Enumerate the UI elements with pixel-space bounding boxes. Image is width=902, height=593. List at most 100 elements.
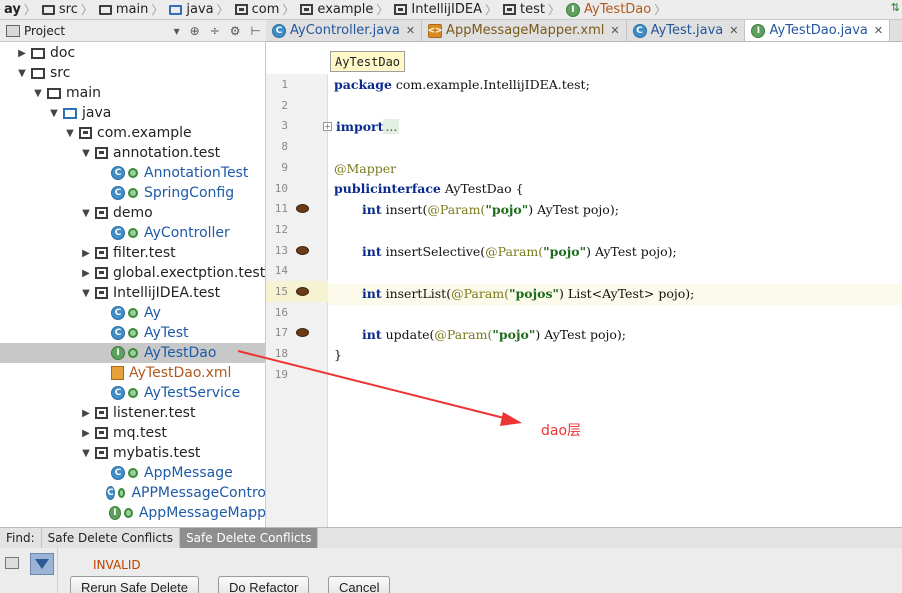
mybatis-bean-icon[interactable] bbox=[296, 328, 309, 338]
tree-item[interactable]: ▶ global.exectption.test bbox=[0, 263, 265, 283]
gutter-line[interactable]: 8 bbox=[266, 136, 328, 157]
tree-item[interactable]: ▼ src bbox=[0, 63, 265, 83]
do-refactor-button[interactable]: Do Refactor bbox=[218, 576, 310, 593]
project-panel-title[interactable]: Project bbox=[24, 24, 169, 38]
expand-right-icon[interactable]: ▶ bbox=[16, 48, 28, 59]
mybatis-bean-icon[interactable] bbox=[296, 287, 309, 296]
tab-aytest[interactable]: C AyTest.java ✕ bbox=[627, 20, 746, 41]
editor-gutter[interactable]: 1 2 3 8 9 10 11 12 13 14 15 16 17 18 19 bbox=[266, 74, 328, 527]
gutter-line[interactable]: 19 bbox=[266, 364, 328, 385]
expand-down-icon[interactable]: ▼ bbox=[16, 68, 28, 79]
breadcrumb-intellijidea[interactable]: IntellijIDEA bbox=[392, 0, 484, 19]
expand-right-icon[interactable]: ▶ bbox=[80, 408, 92, 419]
class-icon: C bbox=[111, 166, 125, 180]
tree-item[interactable]: C AyController bbox=[0, 223, 265, 243]
breadcrumb-project[interactable]: ay bbox=[0, 0, 23, 19]
tree-item[interactable]: ▶ filter.test bbox=[0, 243, 265, 263]
tree-item[interactable]: ▼ mybatis.test bbox=[0, 443, 265, 463]
hide-icon[interactable]: ⊢ bbox=[246, 24, 266, 38]
expand-down-icon[interactable]: ▼ bbox=[80, 288, 92, 299]
gutter-line[interactable]: 14 bbox=[266, 260, 328, 281]
tree-item[interactable]: ▼ java bbox=[0, 103, 265, 123]
tree-item[interactable]: AyTestDao.xml bbox=[0, 363, 265, 383]
fold-expand-icon[interactable]: + bbox=[323, 122, 332, 131]
close-icon[interactable]: ✕ bbox=[729, 24, 738, 37]
folder-icon bbox=[31, 47, 45, 59]
expand-right-icon[interactable]: ▶ bbox=[80, 428, 92, 439]
preview-icon[interactable] bbox=[5, 557, 19, 569]
expand-down-icon[interactable]: ▼ bbox=[80, 208, 92, 219]
tree-item[interactable]: C AyTest bbox=[0, 323, 265, 343]
tree-item[interactable]: C AppMessage bbox=[0, 463, 265, 483]
gutter-line[interactable]: 3 bbox=[266, 115, 328, 136]
tree-item[interactable]: ▼ annotation.test bbox=[0, 143, 265, 163]
tab-safe-delete-conflicts-2[interactable]: Safe Delete Conflicts bbox=[180, 527, 319, 549]
close-icon[interactable]: ✕ bbox=[406, 24, 415, 37]
tree-item[interactable]: ▶ listener.test bbox=[0, 403, 265, 423]
tree-item[interactable]: C AyTestService bbox=[0, 383, 265, 403]
tree-item[interactable]: I AppMessageMapp bbox=[0, 503, 265, 523]
expand-down-icon[interactable]: ▼ bbox=[64, 128, 76, 139]
tree-item[interactable]: ▶ doc bbox=[0, 43, 265, 63]
tab-label: AyController.java bbox=[290, 23, 400, 38]
sort-icon[interactable]: ⇅ bbox=[891, 1, 900, 14]
tab-aycontroller[interactable]: C AyController.java ✕ bbox=[266, 20, 423, 41]
filter-icon[interactable] bbox=[30, 553, 54, 575]
gutter-line[interactable]: 13 bbox=[266, 240, 328, 261]
cancel-button[interactable]: Cancel bbox=[328, 576, 391, 593]
class-icon: C bbox=[111, 226, 125, 240]
source-folder-icon bbox=[63, 107, 77, 119]
gutter-line[interactable]: 15 bbox=[266, 281, 328, 302]
expand-down-icon[interactable]: ▼ bbox=[80, 448, 92, 459]
rerun-safe-delete-button[interactable]: Rerun Safe Delete bbox=[70, 576, 199, 593]
tree-item[interactable]: ▶ mq.test bbox=[0, 423, 265, 443]
expand-right-icon[interactable]: ▶ bbox=[80, 268, 92, 279]
breadcrumb-src[interactable]: src bbox=[40, 0, 80, 19]
tab-aytestdao[interactable]: I AyTestDao.java ✕ bbox=[745, 20, 891, 41]
gutter-line[interactable]: 1 bbox=[266, 74, 328, 95]
gutter-line[interactable]: 17 bbox=[266, 322, 328, 343]
gutter-line[interactable]: 12 bbox=[266, 219, 328, 240]
tree-item[interactable]: I AyTestDao bbox=[0, 343, 265, 363]
close-icon[interactable]: ✕ bbox=[610, 24, 619, 37]
gutter-line[interactable]: 11 bbox=[266, 198, 328, 219]
tree-item[interactable]: C SpringConfig bbox=[0, 183, 265, 203]
breadcrumb-example[interactable]: example bbox=[298, 0, 375, 19]
tab-appmessagemapper[interactable]: <> AppMessageMapper.xml ✕ bbox=[422, 20, 627, 41]
class-icon: C bbox=[111, 186, 125, 200]
breadcrumb-java[interactable]: java bbox=[167, 0, 215, 19]
tree-label: listener.test bbox=[113, 405, 196, 421]
expand-down-icon[interactable]: ▼ bbox=[32, 88, 44, 99]
gutter-line[interactable]: 10 bbox=[266, 178, 328, 199]
gutter-line[interactable]: 9 bbox=[266, 157, 328, 178]
gutter-line[interactable]: 18 bbox=[266, 343, 328, 364]
tree-item[interactable]: C Ay bbox=[0, 303, 265, 323]
tree-item[interactable]: C APPMessageContro bbox=[0, 483, 265, 503]
mybatis-bean-icon[interactable] bbox=[296, 204, 309, 214]
gutter-line[interactable]: 16 bbox=[266, 302, 328, 323]
tree-item[interactable]: ▼ demo bbox=[0, 203, 265, 223]
crosshair-icon[interactable]: ⊕ bbox=[185, 24, 205, 38]
close-icon[interactable]: ✕ bbox=[874, 24, 883, 37]
breadcrumb-aytestdao[interactable]: I AyTestDao bbox=[564, 0, 653, 19]
package-icon bbox=[300, 4, 314, 15]
breadcrumb-test[interactable]: test bbox=[501, 0, 547, 19]
code-line: } bbox=[334, 347, 342, 362]
breadcrumb-label: example bbox=[317, 2, 374, 17]
tree-item[interactable]: C AnnotationTest bbox=[0, 163, 265, 183]
chevron-down-icon[interactable]: ▾ bbox=[169, 24, 185, 38]
breadcrumb-main[interactable]: main bbox=[97, 0, 150, 19]
code-editor[interactable]: 1 2 3 8 9 10 11 12 13 14 15 16 17 18 19 package com.ex… bbox=[266, 42, 902, 527]
tab-safe-delete-conflicts-1[interactable]: Safe Delete Conflicts bbox=[42, 527, 181, 549]
gutter-line[interactable]: 2 bbox=[266, 95, 328, 116]
gear-icon[interactable]: ⚙ bbox=[225, 24, 246, 38]
tree-item[interactable]: ▼ main bbox=[0, 83, 265, 103]
tree-item[interactable]: ▼ com.example bbox=[0, 123, 265, 143]
mybatis-bean-icon[interactable] bbox=[296, 245, 309, 255]
expand-down-icon[interactable]: ▼ bbox=[80, 148, 92, 159]
expand-right-icon[interactable]: ▶ bbox=[80, 248, 92, 259]
tree-item[interactable]: ▼ IntellijIDEA.test bbox=[0, 283, 265, 303]
expand-down-icon[interactable]: ▼ bbox=[48, 108, 60, 119]
breadcrumb-com[interactable]: com bbox=[233, 0, 282, 19]
collapse-icon[interactable]: ÷ bbox=[205, 24, 225, 38]
